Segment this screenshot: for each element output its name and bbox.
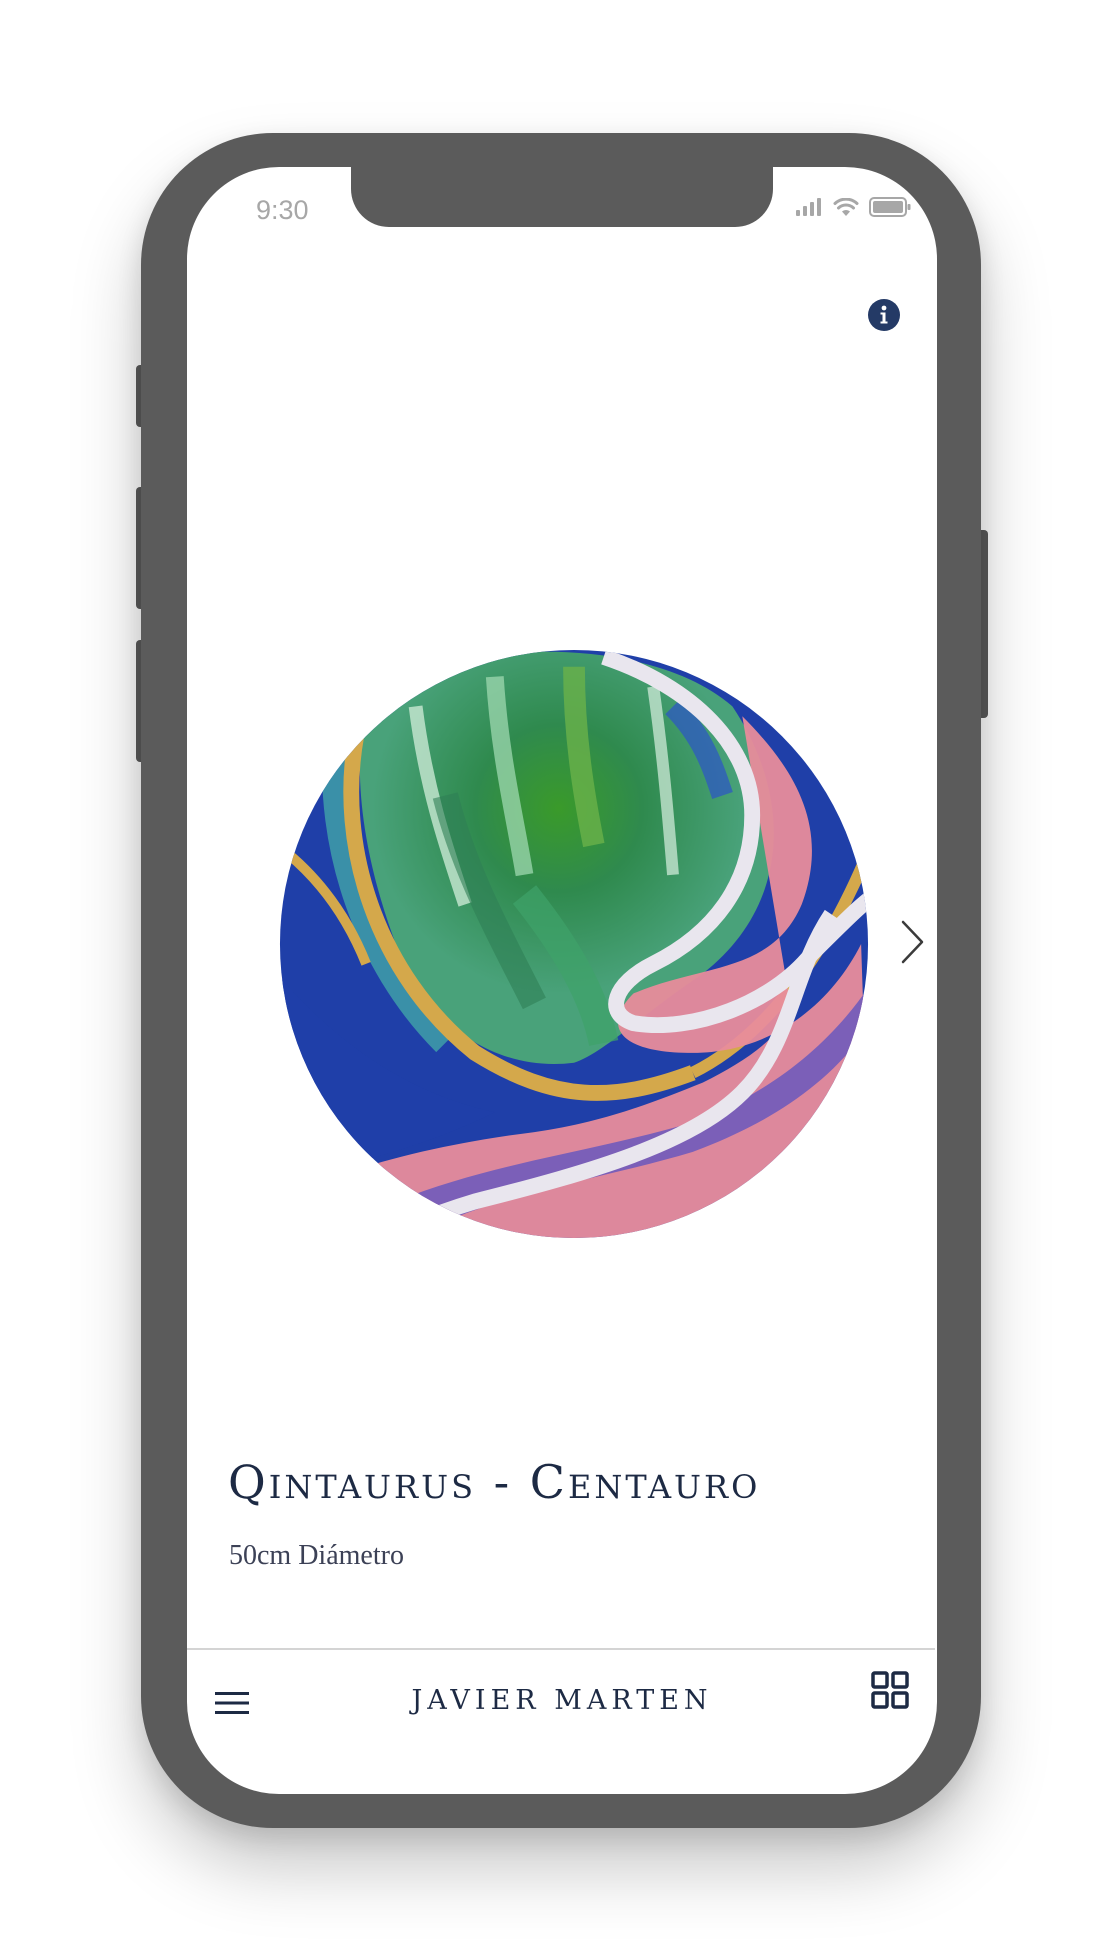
artwork-image <box>279 649 869 1239</box>
notch <box>351 167 773 227</box>
status-time: 9:30 <box>256 195 309 225</box>
chevron-right-icon[interactable] <box>900 919 926 965</box>
footer-divider <box>187 1648 935 1650</box>
artwork-size: 50cm Diámetro <box>229 1540 404 1571</box>
phone-screen: 9:30 Qintaurus - Centauro 50cm Diámetro … <box>187 167 937 1794</box>
wifi-icon <box>833 197 859 216</box>
brand-name[interactable]: JAVIER MARTEN <box>187 1685 937 1716</box>
info-icon[interactable] <box>867 298 901 332</box>
artwork-title: Qintaurus - Centauro <box>228 1455 761 1509</box>
battery-icon <box>869 197 911 217</box>
grid-view-icon[interactable] <box>871 1671 909 1709</box>
device-mockup: 9:30 Qintaurus - Centauro 50cm Diámetro … <box>0 0 1102 1958</box>
status-icons <box>796 197 911 217</box>
signal-icon <box>796 198 821 216</box>
